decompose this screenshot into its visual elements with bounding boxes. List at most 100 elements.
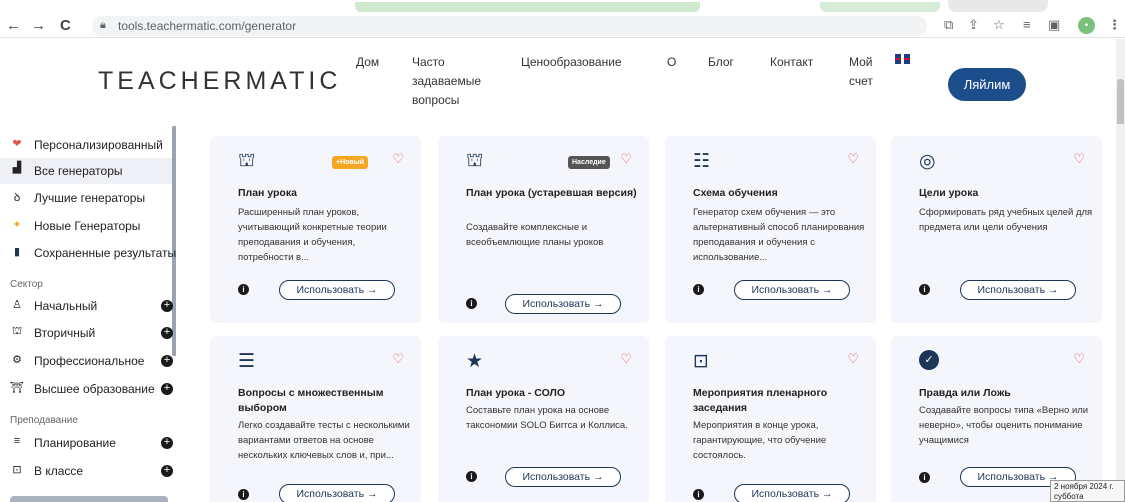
sidebar-item-new-generators[interactable]: ✦ Новые Генераторы — [10, 215, 176, 237]
uk-flag-icon[interactable] — [895, 54, 910, 64]
sidebar-item-in-class[interactable]: ⊡ В классе + — [10, 460, 176, 482]
new-badge: +Новый — [332, 156, 369, 169]
classroom-icon: ⊡ — [12, 464, 22, 476]
card-description: Создавайте комплексные и всеобъемлющие п… — [466, 222, 604, 248]
heart-icon[interactable]: ♡ — [392, 351, 404, 367]
back-button[interactable]: ← — [6, 17, 21, 34]
sidebar-item-vocational[interactable]: ⚙ Профессиональное + — [10, 350, 176, 372]
info-icon[interactable]: i — [693, 284, 704, 295]
planning-icon: ≡ — [13, 435, 21, 447]
card-plenary-activities[interactable]: ⊡ ♡ Мероприятия пленарного заседания Мер… — [665, 336, 876, 502]
card-description: Генератор схем обучения — это альтернати… — [693, 207, 865, 263]
sidebar-item-higher-education[interactable]: ⛩ Высшее образование + — [10, 378, 176, 400]
list-icon: ☷ — [693, 151, 711, 172]
card-title: Мероприятия пленарного заседания — [693, 387, 828, 414]
heart-icon[interactable]: ♡ — [847, 151, 859, 167]
info-icon[interactable]: i — [919, 284, 930, 295]
sidebar-item-all-generators[interactable]: ▟ Все генераторы — [0, 158, 172, 184]
heart-icon[interactable]: ♡ — [620, 351, 632, 367]
sidebar-item-top-generators[interactable]: ꝺ Лучшие генераторы — [10, 187, 176, 209]
reading-list-icon[interactable]: ≡ — [1023, 17, 1031, 32]
translate-icon[interactable]: ⧉ — [944, 17, 953, 33]
nav-pricing[interactable]: Ценообразование — [521, 53, 622, 72]
nav-my-account[interactable]: Мой счет — [849, 53, 879, 91]
expand-plus-icon[interactable]: + — [161, 300, 173, 312]
sidebar-item-secondary[interactable]: ⛫ Вторичный + — [10, 322, 176, 344]
card-learning-scheme[interactable]: ☷ ♡ Схема обучения Генератор схем обучен… — [665, 136, 876, 323]
star-icon: ★ — [466, 351, 484, 372]
info-icon[interactable]: i — [466, 471, 477, 482]
card-title: Схема обучения — [693, 187, 778, 199]
child-icon: ♙ — [12, 299, 22, 311]
card-lesson-plan-legacy[interactable]: ⛫ Наследие ♡ План урока (устаревшая верс… — [438, 136, 649, 323]
heart-icon[interactable]: ♡ — [620, 151, 632, 167]
info-icon[interactable]: i — [693, 489, 704, 500]
use-button[interactable]: Использовать → — [279, 484, 395, 502]
share-icon[interactable]: ⇪ — [968, 17, 979, 33]
teacher-board-icon: ⛫ — [238, 150, 256, 171]
sidebar-item-saved-results[interactable]: ▮ Сохраненные результаты — [10, 242, 176, 264]
sidebar: ❤ Персонализированный ▟ Все генераторы ꝺ… — [0, 124, 176, 502]
presentation-icon: ⊡ — [693, 351, 709, 372]
crop-artifact — [948, 0, 1048, 12]
info-icon[interactable]: i — [466, 298, 477, 309]
forward-button[interactable]: → — [31, 17, 46, 34]
expand-plus-icon[interactable]: + — [161, 437, 173, 449]
site-logo[interactable]: TEACHERMATIC — [98, 67, 341, 96]
side-panel-icon[interactable]: ▣ — [1048, 17, 1060, 33]
use-button[interactable]: Использовать → — [734, 484, 850, 502]
top-crop-strip — [0, 0, 1125, 14]
page-scrollbar-track[interactable] — [1116, 124, 1125, 502]
crop-artifact — [820, 2, 940, 12]
heart-icon[interactable]: ♡ — [1073, 151, 1085, 167]
sidebar-item-primary[interactable]: ♙ Начальный + — [10, 295, 176, 317]
user-button[interactable]: Ляйлим — [948, 68, 1026, 101]
nav-blog[interactable]: Блог — [708, 53, 734, 72]
kebab-menu-icon[interactable]: ⋮ — [1108, 17, 1121, 33]
address-bar[interactable]: 🔒︎ tools.teachermatic.com/generator — [92, 16, 927, 36]
teacher-icon: ⛫ — [11, 325, 23, 337]
card-true-or-false[interactable]: ✓ ♡ Правда или Ложь Создавайте вопросы т… — [891, 336, 1102, 502]
expand-plus-icon[interactable]: + — [161, 355, 173, 367]
nav-about[interactable]: О — [667, 53, 676, 72]
nav-contact[interactable]: Контакт — [770, 53, 813, 72]
nav-home[interactable]: Дом — [356, 53, 379, 72]
page-scrollbar[interactable] — [1116, 39, 1125, 139]
sidebar-item-planning[interactable]: ≡ Планирование + — [10, 432, 176, 454]
use-button[interactable]: Использовать → — [505, 467, 621, 487]
profile-avatar[interactable]: • — [1078, 17, 1095, 34]
card-description: Создавайте вопросы типа «Верно или невер… — [919, 405, 1089, 446]
card-lesson-plan-solo[interactable]: ★ ♡ План урока - СОЛО Составьте план уро… — [438, 336, 649, 502]
use-button[interactable]: Использовать → — [960, 280, 1076, 300]
use-button[interactable]: Использовать → — [734, 280, 850, 300]
sidebar-footer-block — [10, 496, 168, 502]
expand-plus-icon[interactable]: + — [161, 465, 173, 477]
info-icon[interactable]: i — [238, 284, 249, 295]
tooltip-weekday: суббота — [1054, 492, 1084, 501]
lock-icon: 🔒︎ — [100, 19, 106, 31]
date-tooltip: 2 ноября 2024 г. суббота — [1050, 480, 1125, 502]
card-description: Сформировать ряд учебных целей для предм… — [919, 207, 1093, 233]
bookmark-star-icon[interactable]: ☆ — [993, 17, 1005, 33]
info-icon[interactable]: i — [238, 489, 249, 500]
card-lesson-plan[interactable]: ⛫ +Новый ♡ План урока Расширенный план у… — [210, 136, 421, 323]
trophy-icon: ꝺ — [13, 192, 21, 204]
heart-icon[interactable]: ♡ — [847, 351, 859, 367]
card-description: Расширенный план уроков, учитывающий кон… — [238, 207, 387, 263]
use-button[interactable]: Использовать → — [279, 280, 395, 300]
use-button[interactable]: Использовать → — [505, 294, 621, 314]
reload-button[interactable]: C — [60, 17, 71, 34]
crop-artifact — [355, 2, 700, 12]
nav-faq[interactable]: Часто задаваемые вопросы — [412, 53, 484, 110]
sidebar-item-label: Персонализированный — [34, 138, 163, 152]
card-title: Правда или Ложь — [919, 387, 1011, 399]
info-icon[interactable]: i — [919, 472, 930, 483]
card-multiple-choice[interactable]: ☰ ♡ Вопросы с множественным выбором Легк… — [210, 336, 421, 502]
card-description: Легко создавайте тесты с несколькими вар… — [238, 420, 410, 461]
expand-plus-icon[interactable]: + — [161, 327, 173, 339]
heart-icon[interactable]: ♡ — [392, 151, 404, 167]
heart-icon[interactable]: ♡ — [1073, 351, 1085, 367]
expand-plus-icon[interactable]: + — [161, 383, 173, 395]
sidebar-item-personalized[interactable]: ❤ Персонализированный — [10, 134, 176, 156]
card-lesson-objectives[interactable]: ◎ ♡ Цели урока Сформировать ряд учебных … — [891, 136, 1102, 323]
